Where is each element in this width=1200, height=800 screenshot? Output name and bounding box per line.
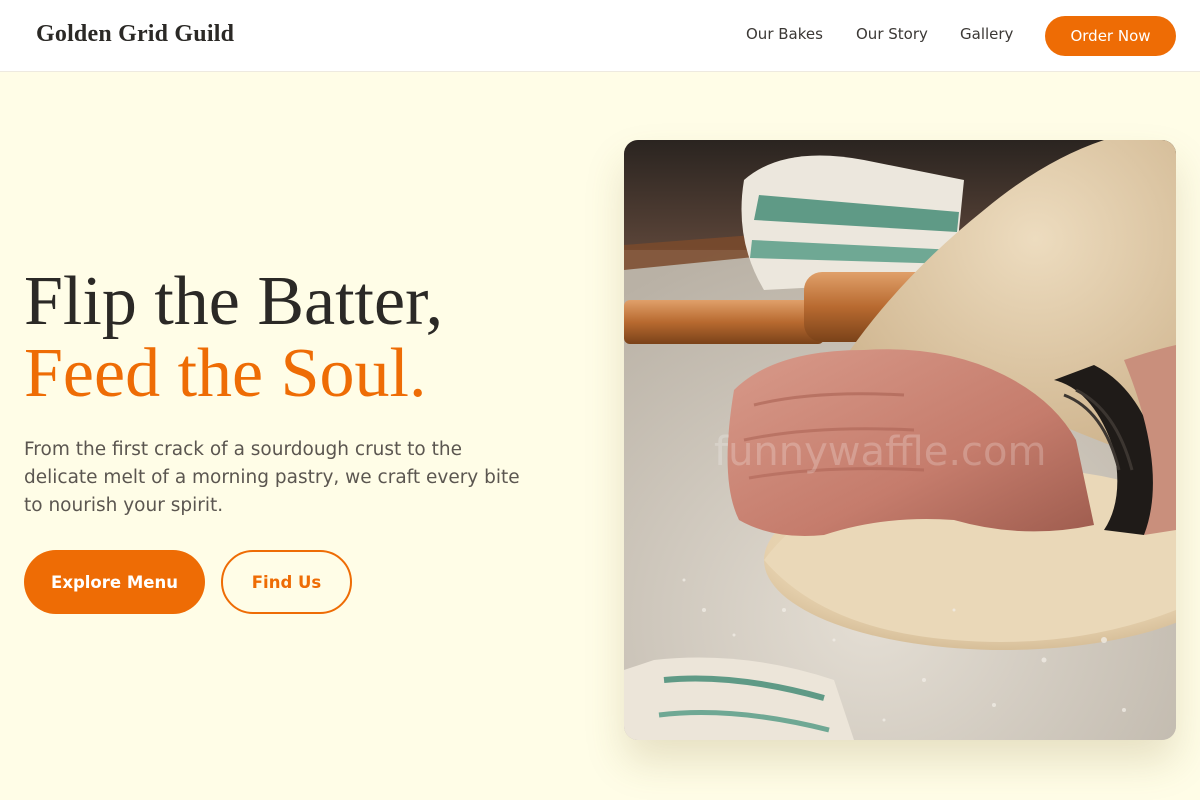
nav-link-our-story[interactable]: Our Story <box>856 25 928 43</box>
image-watermark: funnywaffle.com <box>714 429 1046 475</box>
site-header: Golden Grid Guild Our Bakes Our Story Ga… <box>0 0 1200 72</box>
order-now-button[interactable]: Order Now <box>1045 16 1176 56</box>
find-us-button[interactable]: Find Us <box>221 550 352 614</box>
hero-headline-line2: Feed the Soul. <box>24 335 427 412</box>
brand-logo-text[interactable]: Golden Grid Guild <box>36 21 234 48</box>
hero-image-dough-kneading: funnywaffle.com <box>624 140 1176 740</box>
hero-description: From the first crack of a sourdough crus… <box>24 439 520 516</box>
explore-menu-button[interactable]: Explore Menu <box>24 550 205 614</box>
hero-headline: Flip the Batter, Feed the Soul. <box>24 266 584 410</box>
hero-headline-line1: Flip the Batter, <box>24 263 444 340</box>
nav-link-our-bakes[interactable]: Our Bakes <box>746 25 823 43</box>
nav-link-gallery[interactable]: Gallery <box>960 25 1013 43</box>
